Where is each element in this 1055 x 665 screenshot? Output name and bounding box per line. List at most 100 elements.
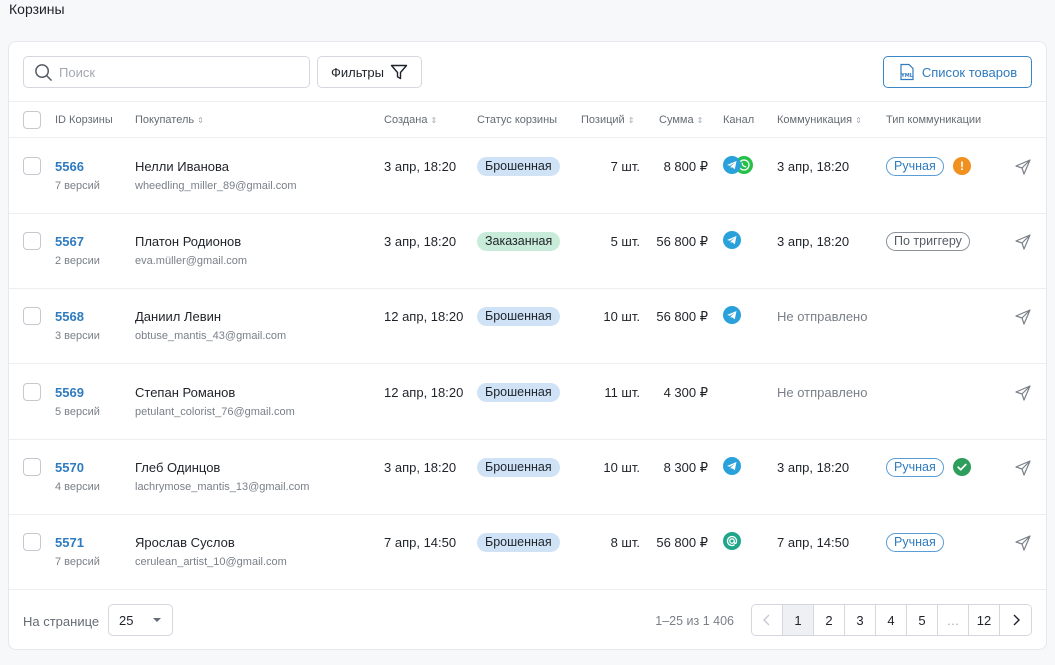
table-row: 5569 5 версий Степан Романов petulant_color… bbox=[9, 365, 1046, 440]
cart-id-link[interactable]: 5567 bbox=[55, 234, 84, 249]
created-date: 7 апр, 14:50 bbox=[384, 535, 457, 550]
per-page-value: 25 bbox=[119, 612, 134, 628]
column-communication[interactable]: Коммуникация ⇕ bbox=[777, 102, 862, 138]
send-icon[interactable] bbox=[1014, 308, 1032, 326]
warning-icon: ! bbox=[953, 157, 971, 175]
cart-status-badge: Брошенная bbox=[477, 382, 560, 402]
communication-date: 3 апр, 18:20 bbox=[777, 234, 850, 250]
sort-icon: ⇕ bbox=[430, 116, 438, 125]
cart-sum: 56 800 ₽ bbox=[656, 234, 708, 250]
send-icon[interactable] bbox=[1014, 534, 1032, 552]
row-checkbox[interactable] bbox=[23, 307, 41, 326]
filters-button[interactable]: Фильтры bbox=[317, 56, 422, 88]
caret-down-icon bbox=[153, 618, 161, 622]
communication-date: 7 апр, 14:50 bbox=[777, 535, 850, 550]
send-icon[interactable] bbox=[1014, 158, 1032, 176]
communication-type-tag: Ручная bbox=[886, 157, 944, 176]
buyer-email: lachrymose_mantis_13@gmail.com bbox=[135, 480, 310, 493]
buyer-email: wheedling_miller_89@gmail.com bbox=[135, 180, 297, 192]
carts-card: Фильтры YML Список товаров ID Корзины По… bbox=[8, 41, 1047, 650]
created-date: 3 апр, 18:20 bbox=[384, 234, 457, 250]
column-id: ID Корзины bbox=[55, 114, 113, 126]
product-list-button[interactable]: YML Список товаров bbox=[883, 56, 1032, 88]
telegram-icon bbox=[723, 156, 741, 174]
cart-id-link[interactable]: 5568 bbox=[55, 309, 84, 324]
page-button[interactable]: 5 bbox=[907, 605, 938, 635]
page-button[interactable]: 3 bbox=[845, 605, 876, 635]
sort-icon: ⇕ bbox=[197, 116, 204, 125]
cart-id-link[interactable]: 5570 bbox=[55, 460, 84, 475]
filter-icon bbox=[390, 64, 408, 80]
communication-date: Не отправлено bbox=[777, 384, 868, 400]
page-button[interactable]: 4 bbox=[876, 605, 907, 635]
prev-page-button[interactable] bbox=[752, 605, 783, 635]
column-sum[interactable]: Сумма ⇕ bbox=[659, 102, 703, 138]
buyer-name: Нелли Иванова bbox=[135, 159, 229, 174]
page-button[interactable]: 2 bbox=[814, 605, 845, 635]
cart-status-badge: Брошенная bbox=[477, 533, 560, 552]
cart-versions: 7 версий bbox=[55, 556, 100, 568]
cart-sum: 56 800 ₽ bbox=[656, 309, 708, 325]
chevron-left-icon bbox=[763, 614, 770, 626]
send-icon[interactable] bbox=[1014, 459, 1032, 477]
positions-count: 5 шт. bbox=[610, 234, 640, 250]
buyer-email: petulant_colorist_76@gmail.com bbox=[135, 405, 295, 418]
created-date: 3 апр, 18:20 bbox=[384, 459, 457, 475]
search-input[interactable] bbox=[59, 64, 299, 80]
row-checkbox[interactable] bbox=[23, 157, 41, 175]
page-button[interactable]: 1 bbox=[783, 605, 814, 635]
column-status: Статус корзины bbox=[477, 114, 558, 126]
search-box[interactable] bbox=[23, 56, 310, 88]
positions-count: 10 шт. bbox=[603, 309, 640, 325]
row-checkbox[interactable] bbox=[23, 533, 41, 551]
cart-status-badge: Брошенная bbox=[477, 457, 560, 477]
select-all-checkbox[interactable] bbox=[23, 111, 41, 129]
cart-id-link[interactable]: 5569 bbox=[55, 385, 84, 400]
cart-id-link[interactable]: 5571 bbox=[55, 535, 84, 550]
positions-count: 8 шт. bbox=[610, 535, 640, 550]
communication-date: Не отправлено bbox=[777, 309, 868, 325]
positions-count: 10 шт. bbox=[603, 459, 640, 475]
cart-versions: 7 версий bbox=[55, 180, 100, 192]
communication-type-tag: Ручная bbox=[886, 457, 944, 477]
created-date: 12 апр, 18:20 bbox=[384, 384, 464, 400]
column-created[interactable]: Создана ⇕ bbox=[384, 102, 437, 138]
cart-id-link[interactable]: 5566 bbox=[55, 159, 84, 174]
table-row: 5568 3 версии Даниил Левин obtuse_mantis_43… bbox=[9, 289, 1046, 365]
buyer-email: obtuse_mantis_43@gmail.com bbox=[135, 330, 287, 343]
sort-icon: ⇕ bbox=[855, 116, 862, 125]
column-positions[interactable]: Позиций ⇕ bbox=[581, 102, 634, 138]
row-checkbox[interactable] bbox=[23, 382, 41, 401]
telegram-icon bbox=[723, 456, 741, 475]
next-page-button[interactable] bbox=[1000, 605, 1031, 635]
send-icon[interactable] bbox=[1014, 233, 1032, 251]
cart-sum: 8 800 ₽ bbox=[663, 159, 708, 174]
buyer-name: Платон Родионов bbox=[135, 234, 242, 250]
positions-count: 11 шт. bbox=[604, 384, 640, 400]
column-buyer[interactable]: Покупатель ⇕ bbox=[135, 102, 204, 138]
positions-count: 7 шт. bbox=[610, 159, 640, 174]
page-button[interactable]: 12 bbox=[969, 605, 1000, 635]
buyer-email: eva.müller@gmail.com bbox=[135, 255, 248, 268]
table-header: ID Корзины Покупатель ⇕ Создана ⇕ Статус к… bbox=[9, 102, 1046, 138]
per-page-select[interactable]: 25 bbox=[108, 604, 173, 636]
cart-sum: 4 300 ₽ bbox=[663, 384, 708, 400]
cart-status-badge: Заказанная bbox=[477, 232, 561, 252]
telegram-icon bbox=[723, 306, 741, 325]
sort-icon: ⇕ bbox=[627, 116, 635, 125]
cart-sum: 8 300 ₽ bbox=[663, 459, 708, 475]
cart-versions: 4 версии bbox=[55, 480, 100, 493]
chevron-right-icon bbox=[1013, 614, 1020, 626]
row-checkbox[interactable] bbox=[23, 232, 41, 251]
telegram-icon bbox=[723, 231, 741, 250]
buyer-email: cerulean_artist_10@gmail.com bbox=[135, 556, 287, 568]
table-row: 5570 4 версии Глеб Одинцов lachrymose_manti… bbox=[9, 440, 1046, 515]
svg-text:YML: YML bbox=[900, 73, 914, 79]
pagination-ellipsis: … bbox=[938, 605, 969, 635]
filters-label: Фильтры bbox=[330, 64, 384, 80]
cart-status-badge: Брошенная bbox=[477, 157, 560, 176]
row-checkbox[interactable] bbox=[23, 457, 41, 476]
send-icon[interactable] bbox=[1014, 384, 1032, 402]
cart-versions: 3 версии bbox=[55, 330, 100, 343]
communication-type-tag: Ручная bbox=[886, 533, 944, 552]
